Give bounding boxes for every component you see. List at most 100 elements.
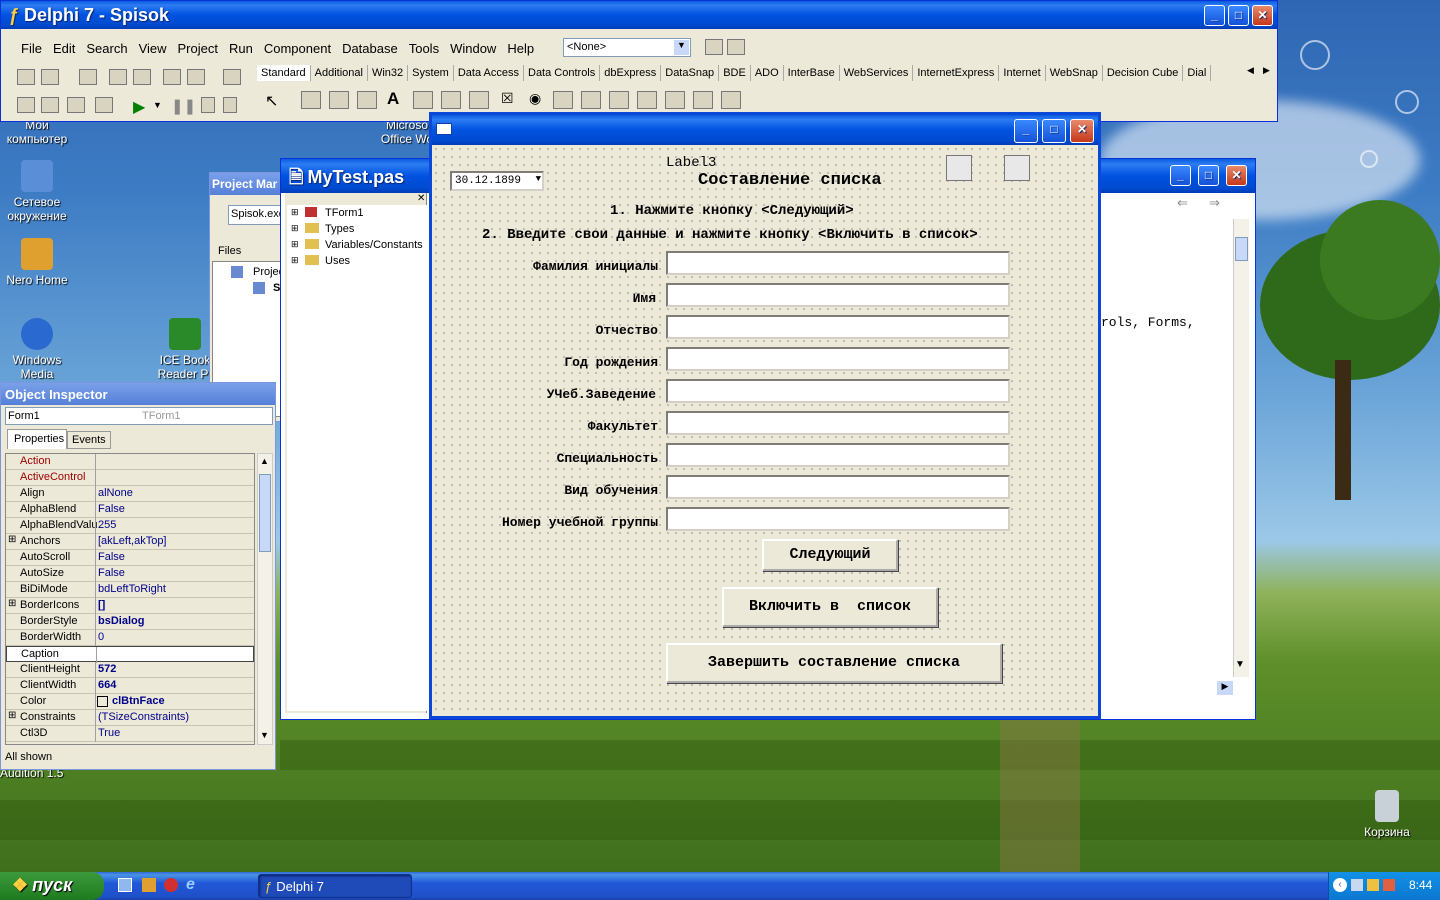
palette-tab-dialogs[interactable]: Dial: [1183, 65, 1212, 81]
scroll-thumb[interactable]: [259, 474, 271, 552]
property-row[interactable]: Align alNone: [6, 486, 254, 502]
menu-view[interactable]: View: [139, 41, 167, 56]
palette-tab-internet[interactable]: Internet: [999, 65, 1046, 81]
show-desktop-icon[interactable]: [118, 878, 132, 892]
property-row[interactable]: ⊞ BorderIcons []: [6, 598, 254, 614]
institution-field[interactable]: [666, 379, 1010, 403]
run-dropdown-icon[interactable]: ▼: [153, 100, 162, 110]
palette-scroll-right-icon[interactable]: ▶: [1263, 65, 1270, 76]
menu-project[interactable]: Project: [178, 41, 218, 56]
scroll-thumb[interactable]: [1235, 237, 1248, 261]
menu-database[interactable]: Database: [342, 41, 398, 56]
datasource-component-icon[interactable]: [1004, 155, 1030, 181]
quicklaunch-opera-icon[interactable]: [164, 878, 178, 892]
expand-icon[interactable]: ⊞: [291, 207, 299, 218]
form-maximize-button[interactable]: □: [1042, 119, 1066, 143]
quicklaunch-app-icon[interactable]: [142, 878, 156, 892]
palette-tab-system[interactable]: System: [408, 65, 454, 81]
edit-component-icon[interactable]: [413, 91, 433, 109]
new-icon[interactable]: [17, 69, 35, 85]
view-unit-icon[interactable]: [17, 97, 35, 113]
internet-explorer-icon[interactable]: e: [186, 876, 195, 894]
tab-properties[interactable]: Properties: [7, 429, 67, 449]
menu-window[interactable]: Window: [450, 41, 496, 56]
tab-events[interactable]: Events: [67, 431, 111, 449]
inspector-object-combo[interactable]: Form1 TForm1: [5, 407, 273, 425]
property-value[interactable]: 0: [98, 631, 104, 643]
view-form-icon[interactable]: [41, 97, 59, 113]
palette-tab-bde[interactable]: BDE: [719, 65, 751, 81]
property-row[interactable]: AutoSize False: [6, 566, 254, 582]
adoquery-component-icon[interactable]: [946, 155, 972, 181]
config-save-icon[interactable]: [727, 39, 745, 55]
property-row[interactable]: Action: [6, 454, 254, 470]
explorer-close-icon[interactable]: ✕: [417, 193, 425, 204]
checkbox-component-icon[interactable]: ☒: [501, 90, 514, 107]
palette-tab-ado[interactable]: ADO: [751, 65, 784, 81]
text-component-icon[interactable]: A: [387, 89, 399, 109]
palette-tab-standard[interactable]: Standard: [257, 65, 311, 81]
menu-file[interactable]: File: [21, 41, 42, 56]
panel-component-icon[interactable]: [693, 91, 713, 109]
add-file-icon[interactable]: [163, 69, 181, 85]
property-row[interactable]: AlphaBlend False: [6, 502, 254, 518]
minimize-button[interactable]: _: [1204, 5, 1225, 26]
nav-forward-icon[interactable]: ⇒: [1209, 195, 1220, 211]
property-value[interactable]: 664: [98, 679, 116, 691]
new-form-icon[interactable]: [95, 97, 113, 113]
help-icon[interactable]: [223, 69, 241, 85]
property-row[interactable]: Color clBtnFace: [6, 694, 254, 710]
property-value[interactable]: [akLeft,akTop]: [98, 535, 167, 547]
property-row[interactable]: ⊞ Anchors [akLeft,akTop]: [6, 534, 254, 550]
inspector-scrollbar[interactable]: ▲ ▼: [257, 453, 273, 745]
property-row[interactable]: BiDiMode bdLeftToRight: [6, 582, 254, 598]
tray-app-icon[interactable]: [1367, 879, 1379, 891]
form-minimize-button[interactable]: _: [1014, 119, 1038, 143]
faculty-field[interactable]: [666, 411, 1010, 435]
palette-tab-datasnap[interactable]: DataSnap: [661, 65, 720, 81]
nav-back-icon[interactable]: ⇐: [1177, 195, 1188, 211]
chevron-down-icon[interactable]: ▼: [674, 40, 689, 55]
date-picker[interactable]: 30.12.1899 ▼: [450, 171, 544, 191]
save-icon[interactable]: [79, 69, 97, 85]
desktop-icon-my-computer[interactable]: Мой компьютер: [0, 118, 74, 146]
scroll-down-icon[interactable]: ▼: [260, 730, 269, 740]
close-button[interactable]: ✕: [1252, 5, 1273, 26]
radiogroup-component-icon[interactable]: [665, 91, 685, 109]
scroll-down-icon[interactable]: ▼: [1235, 659, 1245, 670]
surname-field[interactable]: [666, 251, 1010, 275]
property-value[interactable]: True: [98, 727, 120, 739]
open-project-icon[interactable]: [133, 69, 151, 85]
taskbar-delphi-button[interactable]: ƒ Delphi 7: [258, 874, 412, 898]
editor-vertical-scrollbar[interactable]: ▼: [1233, 219, 1249, 677]
config-manager-icon[interactable]: [705, 39, 723, 55]
property-row[interactable]: Ctl3D True: [6, 726, 254, 742]
include-in-list-button[interactable]: Включить в список: [722, 587, 938, 627]
property-row[interactable]: BorderWidth 0: [6, 630, 254, 646]
study-type-field[interactable]: [666, 475, 1010, 499]
property-value[interactable]: (TSizeConstraints): [98, 711, 189, 723]
pointer-tool-icon[interactable]: ↖: [265, 91, 278, 111]
property-row[interactable]: ClientHeight 572: [6, 662, 254, 678]
open-icon[interactable]: [41, 69, 59, 85]
menu-help[interactable]: Help: [507, 41, 534, 56]
toggle-form-unit-icon[interactable]: [67, 97, 85, 113]
actionlist-component-icon[interactable]: [721, 91, 741, 109]
combobox-component-icon[interactable]: [581, 91, 601, 109]
desktop-icon-windows-media[interactable]: Windows Media: [0, 318, 74, 381]
popupmenu-component-icon[interactable]: [329, 91, 349, 109]
scroll-right-icon[interactable]: ▶: [1217, 681, 1233, 695]
scroll-up-icon[interactable]: ▲: [260, 456, 269, 466]
trace-into-icon[interactable]: [201, 97, 215, 113]
expand-icon[interactable]: ⊞: [8, 710, 16, 721]
maximize-button[interactable]: □: [1228, 5, 1249, 26]
network-tray-icon[interactable]: [1351, 879, 1363, 891]
menu-edit[interactable]: Edit: [53, 41, 75, 56]
pause-icon[interactable]: ❚❚: [171, 97, 196, 115]
palette-scroll-left-icon[interactable]: ◀: [1247, 65, 1254, 76]
chevron-down-icon[interactable]: ▼: [536, 174, 541, 184]
remove-file-icon[interactable]: [187, 69, 205, 85]
desktop-icon-nero[interactable]: Nero Home: [0, 238, 74, 287]
property-value[interactable]: False: [98, 551, 125, 563]
start-button[interactable]: ❖ пуск: [0, 872, 104, 900]
